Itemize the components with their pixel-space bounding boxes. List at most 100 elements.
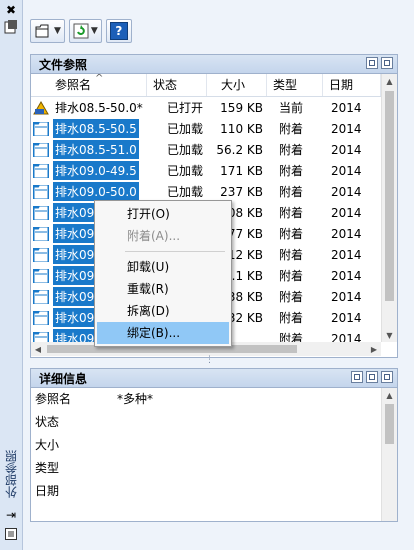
table-row[interactable]: 排水09.0-50.0 已加载 237 KB 附着 2014 [31,181,381,202]
close-icon[interactable]: ✖ [4,3,18,17]
menu-item[interactable]: 绑定(B)... [97,322,229,344]
menu-item[interactable]: 拆离(D) [95,300,231,322]
xref-icon [33,331,49,342]
xref-name: 排水09 [53,203,97,222]
xref-name: 排水08.5-51.0 [53,140,139,159]
column-header-type[interactable]: 类型 [267,74,323,96]
dropdown-arrow-icon[interactable]: ▼ [54,26,61,36]
details-label: 状态 [35,415,60,429]
dwg-current-icon [33,100,49,115]
splitter-grip[interactable]: ⋮ [205,355,214,365]
xref-date: 2014 [331,331,362,343]
autohide-icon[interactable]: ⇥ [4,508,18,522]
xref-status: 已打开 [166,101,203,115]
preview-view-icon[interactable] [366,371,378,383]
xref-type: 附着 [279,311,304,325]
menu-item[interactable]: 重载(R) [95,278,231,300]
table-row[interactable]: 排水08.5-50.0* 已打开 159 KB 当前 2014 [31,97,381,118]
xref-date: 2014 [331,142,362,157]
refresh-button[interactable]: ▼ [68,19,102,43]
scroll-thumb[interactable] [385,91,394,301]
menu-item[interactable]: 卸载(U) [95,256,231,278]
palette-title: 外部参照 [4,450,19,498]
xref-name: 排水09 [53,266,97,285]
xref-date: 2014 [331,310,362,325]
xref-size: 56.2 KB [216,142,263,157]
table-row[interactable]: 排水08.5-50.5 已加载 110 KB 附着 2014 [31,118,381,139]
details-value: *多种* [117,392,154,406]
column-header-size[interactable]: 大小 [207,74,267,96]
xref-name: 排水09 [53,245,97,264]
attach-dwg-button[interactable]: ▼ [30,19,65,43]
help-icon: ? [109,22,128,40]
xref-status: 已加载 [166,164,203,178]
xref-icon [33,121,49,136]
palette-menu-icon[interactable] [4,527,18,541]
xref-type: 附着 [279,332,304,342]
context-menu: 打开(O) 附着(A)... 卸载(U) 重载(R) 拆离(D) 绑定(B)... [94,200,232,347]
xref-date: 2014 [331,184,362,199]
scroll-up-icon[interactable]: ▲ [382,388,397,402]
help-button[interactable]: ? [105,19,132,43]
xref-date: 2014 [331,247,362,262]
scroll-left-icon[interactable]: ◀ [31,342,45,356]
xref-name: 排水09.0-50.0 [53,182,139,201]
xref-date: 2014 [331,121,362,136]
xref-type: 附着 [279,143,304,157]
xref-icon [33,184,49,199]
xref-date: 2014 [331,163,362,178]
xref-name: 排水08.5-50.5 [53,119,139,138]
details-vertical-scrollbar[interactable]: ▲ [381,388,397,521]
collapse-icon[interactable] [381,371,393,383]
column-header-name[interactable]: ^ 参照名 [31,74,147,96]
xref-date: 2014 [331,289,362,304]
xref-size: 237 KB [220,184,263,199]
scroll-up-icon[interactable]: ▲ [382,74,397,88]
xref-size: 110 KB [220,121,263,136]
file-references-header: 文件参照 [31,55,397,74]
palette-sidebar: ✖ 外部参照 ⇥ [0,0,23,550]
xref-icon [33,247,49,262]
xref-date: 2014 [331,268,362,283]
details-view-icon[interactable] [351,371,363,383]
file-table-vertical-scrollbar[interactable]: ▲ ▼ [381,74,397,342]
xref-icon [33,268,49,283]
column-header-status[interactable]: 状态 [147,74,207,96]
xref-date: 2014 [331,205,362,220]
xref-name: 排水09 [53,224,97,243]
xref-toolbar: ▼ ▼ ? [30,18,136,44]
details-row: 类型 [31,457,397,480]
details-label: 大小 [35,438,60,452]
sort-ascending-icon: ^ [95,74,104,84]
xref-name: 排水09.0-49.5 [53,161,139,180]
scroll-thumb[interactable] [385,404,394,444]
xref-date: 2014 [331,226,362,241]
xref-palette: ✖ 外部参照 ⇥ ▼ ▼ ? 文件参照 ^ 参照名 状态 大小 类型 日期 排水… [0,0,414,550]
details-row: 参照名 *多种* [31,388,397,411]
xref-icon [33,226,49,241]
table-row[interactable]: 排水08.5-51.0 已加载 56.2 KB 附着 2014 [31,139,381,160]
xref-name: 排水09 [53,308,97,327]
palette-properties-icon[interactable] [4,20,18,34]
details-panel: 详细信息 参照名 *多种* 状态 大小 类型 日期 ▲ [30,368,398,522]
xref-status: 已加载 [166,143,203,157]
xref-icon [33,205,49,220]
dropdown-arrow-icon[interactable]: ▼ [91,26,98,36]
xref-type: 附着 [279,269,304,283]
menu-separator [125,251,225,252]
details-label: 类型 [35,461,60,475]
xref-type: 附着 [279,248,304,262]
scroll-right-icon[interactable]: ▶ [367,342,381,356]
table-row[interactable]: 排水09.0-49.5 已加载 171 KB 附着 2014 [31,160,381,181]
menu-item[interactable]: 打开(O) [95,203,231,225]
column-header-date[interactable]: 日期 [323,74,381,96]
xref-icon [33,142,49,157]
refresh-icon [73,23,89,39]
list-view-icon[interactable] [366,57,378,69]
attach-file-icon [35,24,49,38]
details-row: 日期 [31,480,397,503]
tree-view-icon[interactable] [381,57,393,69]
xref-icon [33,163,49,178]
details-body: 参照名 *多种* 状态大小类型日期 ▲ [31,388,397,521]
scroll-down-icon[interactable]: ▼ [382,328,397,342]
